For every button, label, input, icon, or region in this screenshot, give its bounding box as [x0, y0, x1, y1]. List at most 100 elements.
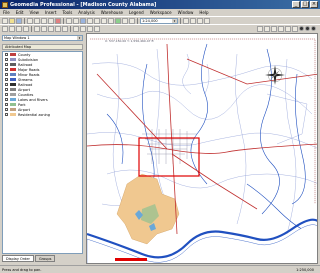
map-window[interactable]: X: 537,150.00 Y: 1,556,460.47 ft	[86, 33, 318, 264]
zoom-out-icon[interactable]	[101, 17, 107, 24]
query-icon[interactable]	[87, 25, 93, 32]
title-bar[interactable]: Geomedia Professional - [Madison County …	[0, 0, 320, 9]
point-style-icon[interactable]	[299, 26, 304, 31]
copy-icon[interactable]	[41, 17, 47, 24]
scale-bar	[115, 258, 147, 261]
menu-workspace[interactable]: Workspace	[150, 10, 172, 15]
legend-header: Attributed Map	[2, 44, 83, 50]
menu-tools[interactable]: Tools	[62, 10, 72, 15]
map-canvas[interactable]	[87, 34, 318, 264]
layer-label: Airport	[18, 107, 30, 112]
layer-visibility-checkbox[interactable]	[5, 98, 8, 101]
insert-feature-icon[interactable]	[34, 25, 40, 32]
pointer-icon[interactable]	[87, 17, 93, 24]
menu-warehouse[interactable]: Warehouse	[101, 10, 123, 15]
help-icon[interactable]	[204, 17, 210, 24]
layer-visibility-checkbox[interactable]	[5, 113, 8, 116]
menu-insert[interactable]: Insert	[45, 10, 56, 15]
paste-icon[interactable]	[48, 17, 54, 24]
measure-distance-icon[interactable]	[183, 17, 189, 24]
north-arrow-icon[interactable]	[16, 25, 22, 32]
arrow-tool-icon[interactable]	[257, 25, 263, 32]
coordinate-readout: X: 537,150.00 Y: 1,556,460.47 ft	[105, 39, 154, 43]
close-button[interactable]: ×	[310, 1, 318, 8]
layer-item[interactable]: Residential zoning	[3, 112, 82, 117]
undo-icon[interactable]	[66, 17, 72, 24]
status-message: Press and drag to pan.	[2, 267, 42, 272]
tab-display-order[interactable]: Display Order	[2, 255, 34, 262]
ellipse-tool-icon[interactable]	[285, 25, 291, 32]
cut-icon[interactable]	[34, 17, 40, 24]
toolbar-separator	[180, 17, 181, 24]
layer-visibility-checkbox[interactable]	[5, 73, 8, 76]
menu-legend[interactable]: Legend	[129, 10, 144, 15]
print-icon[interactable]	[27, 17, 33, 24]
pan-icon[interactable]	[108, 17, 114, 24]
text-tool-icon[interactable]	[292, 25, 298, 32]
buffer-icon[interactable]	[94, 25, 100, 32]
menu-help[interactable]: Help	[199, 10, 208, 15]
legend-icon[interactable]	[9, 25, 15, 32]
zoom-in-icon[interactable]	[94, 17, 100, 24]
delete-icon[interactable]	[55, 17, 61, 24]
fit-all-icon[interactable]	[115, 17, 121, 24]
minimize-button[interactable]: _	[292, 1, 300, 8]
map-window-selector[interactable]: Map Window 1 ▾	[2, 35, 83, 41]
layer-visibility-checkbox[interactable]	[5, 93, 8, 96]
text-icon[interactable]	[80, 25, 86, 32]
layer-symbol-icon	[10, 93, 16, 96]
status-scale: 1:250,000	[296, 267, 314, 272]
measure-area-icon[interactable]	[190, 17, 196, 24]
open-icon[interactable]	[9, 17, 15, 24]
layer-label: Airport	[18, 87, 30, 92]
line-style-icon[interactable]	[311, 26, 316, 31]
menu-window[interactable]: Window	[178, 10, 194, 15]
save-icon[interactable]	[16, 17, 22, 24]
layer-symbol-icon	[10, 83, 16, 86]
layer-visibility-checkbox[interactable]	[5, 103, 8, 106]
continue-geometry-icon[interactable]	[48, 25, 54, 32]
layer-symbol-icon	[10, 63, 16, 66]
layer-visibility-checkbox[interactable]	[5, 78, 8, 81]
status-bar: Press and drag to pan. 1:250,000	[0, 265, 320, 273]
new-icon[interactable]	[2, 17, 8, 24]
menu-view[interactable]: View	[29, 10, 39, 15]
selection-box[interactable]	[138, 137, 200, 177]
layer-visibility-checkbox[interactable]	[5, 83, 8, 86]
polygon-tool-icon[interactable]	[271, 25, 277, 32]
maximize-button[interactable]: □	[301, 1, 309, 8]
rectangle-tool-icon[interactable]	[278, 25, 284, 32]
menu-file[interactable]: File	[3, 10, 10, 15]
scale-bar-icon[interactable]	[23, 25, 29, 32]
layer-symbol-icon	[10, 88, 16, 91]
label-icon[interactable]	[73, 25, 79, 32]
refresh-icon[interactable]	[122, 17, 128, 24]
layer-label: Lakes and Rivers	[18, 97, 48, 102]
layer-symbol-icon	[10, 53, 16, 56]
select-tool-icon[interactable]	[80, 17, 86, 24]
layer-visibility-checkbox[interactable]	[5, 88, 8, 91]
layer-visibility-checkbox[interactable]	[5, 58, 8, 61]
layer-icon[interactable]	[2, 25, 8, 32]
window-title: Geomedia Professional - [Madison County …	[10, 1, 157, 8]
legend-tabs: Display Order Groups	[2, 255, 56, 262]
previous-view-icon[interactable]	[129, 17, 135, 24]
layer-visibility-checkbox[interactable]	[5, 108, 8, 111]
layer-visibility-checkbox[interactable]	[5, 68, 8, 71]
layer-visibility-checkbox[interactable]	[5, 53, 8, 56]
line-tool-icon[interactable]	[264, 25, 270, 32]
edit-geometry-icon[interactable]	[41, 25, 47, 32]
menu-edit[interactable]: Edit	[16, 10, 24, 15]
merge-icon[interactable]	[62, 25, 68, 32]
chevron-down-icon: ▾	[172, 18, 177, 23]
properties-icon[interactable]	[197, 17, 203, 24]
layer-symbol-icon	[10, 73, 16, 76]
tab-groups[interactable]: Groups	[34, 255, 56, 262]
redo-icon[interactable]	[73, 17, 79, 24]
layer-visibility-checkbox[interactable]	[5, 63, 8, 66]
menu-analysis[interactable]: Analysis	[78, 10, 94, 15]
layer-list[interactable]: County Subdivision Railroad Major Roads Mino…	[2, 51, 83, 254]
fill-style-icon[interactable]	[305, 26, 310, 31]
split-icon[interactable]	[55, 25, 61, 32]
map-scale-combo[interactable]: 1:24,000 ▾	[140, 17, 178, 24]
